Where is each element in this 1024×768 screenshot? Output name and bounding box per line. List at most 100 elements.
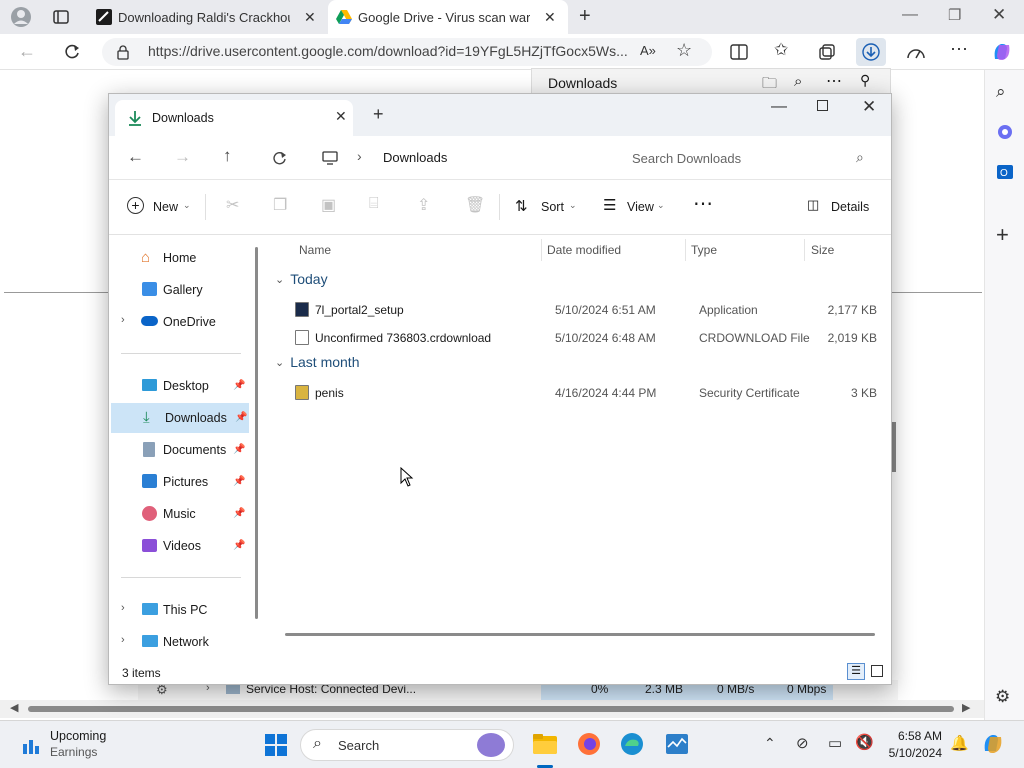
column-header-name[interactable]: Name — [299, 243, 331, 257]
collections-icon[interactable] — [818, 43, 836, 61]
table-row[interactable]: penis 4/16/2024 4:44 PM Security Certifica… — [285, 380, 885, 406]
minimize-icon[interactable]: — — [902, 6, 918, 24]
performance-icon[interactable] — [906, 43, 926, 61]
table-row[interactable]: 7l_portal2_setup 5/10/2024 6:51 AM Applica… — [285, 297, 885, 323]
forward-arrow-icon[interactable]: → — [174, 147, 191, 167]
file-explorer-icon[interactable] — [532, 731, 558, 757]
scroll-right-icon[interactable]: ▶ — [962, 701, 970, 714]
restore-icon[interactable]: ❐ — [948, 6, 961, 24]
breadcrumb-current[interactable]: Downloads — [383, 150, 447, 165]
settings-gear-icon[interactable]: ⚙ — [995, 687, 1010, 707]
nav-item-music[interactable]: Music 📌 — [109, 499, 247, 529]
pin-icon[interactable]: ⚲ — [860, 72, 870, 89]
lock-icon[interactable] — [116, 44, 130, 60]
nav-item-gallery[interactable]: Gallery — [109, 275, 247, 305]
chevron-right-icon[interactable]: › — [121, 602, 125, 614]
close-tab-icon[interactable]: ✕ — [304, 9, 316, 26]
breadcrumb[interactable]: › Downloads — [309, 142, 607, 174]
group-header-last-month[interactable]: ⌄ Last month — [275, 354, 359, 370]
refresh-icon[interactable] — [62, 42, 82, 62]
split-screen-icon[interactable] — [730, 43, 748, 61]
more-menu-icon[interactable]: ⋯ — [826, 71, 842, 91]
edge-icon[interactable] — [619, 731, 645, 757]
nav-item-network[interactable]: › Network — [109, 627, 247, 657]
more-options-icon[interactable]: ⋯ — [693, 191, 713, 216]
read-aloud-icon[interactable]: A» — [640, 43, 656, 58]
taskbar-search[interactable]: ⌕ Search — [300, 729, 514, 761]
maximize-icon[interactable] — [817, 100, 828, 111]
content-scrollbar[interactable] — [285, 633, 875, 636]
favorite-star-icon[interactable]: ☆ — [676, 40, 692, 61]
nav-item-desktop[interactable]: Desktop 📌 — [109, 371, 247, 401]
copilot-icon[interactable] — [990, 40, 1014, 64]
search-icon[interactable]: ⌕ — [794, 73, 802, 90]
nav-item-downloads[interactable]: ⤓ Downloads 📌 — [111, 403, 249, 433]
pin-icon[interactable]: 📌 — [235, 412, 247, 423]
close-window-icon[interactable]: ✕ — [992, 5, 1006, 25]
paste-icon[interactable]: ▣ — [321, 195, 336, 215]
clock-time[interactable]: 6:58 AM — [884, 729, 942, 743]
new-tab-icon[interactable]: + — [579, 5, 591, 28]
display-icon[interactable]: ▭ — [828, 734, 842, 752]
profile-avatar-icon[interactable] — [10, 6, 32, 28]
clock-date[interactable]: 5/10/2024 — [884, 746, 942, 760]
task-manager-icon[interactable] — [664, 731, 690, 757]
more-menu-icon[interactable]: ⋯ — [950, 39, 968, 60]
column-header-size[interactable]: Size — [811, 243, 834, 257]
column-divider[interactable] — [541, 239, 542, 261]
nav-item-this-pc[interactable]: › This PC — [109, 595, 247, 625]
nav-scrollbar[interactable] — [255, 247, 258, 619]
this-pc-icon[interactable] — [321, 150, 339, 166]
delete-icon[interactable]: 🗑 — [465, 195, 485, 215]
widgets-button[interactable]: Upcoming Earnings — [16, 727, 176, 763]
browser-tab-google-drive[interactable]: Google Drive - Virus scan warning ✕ — [328, 0, 568, 34]
horizontal-scrollbar[interactable]: ◀ ▶ — [0, 700, 984, 718]
pin-icon[interactable]: 📌 — [233, 508, 245, 519]
nav-item-onedrive[interactable]: › OneDrive — [109, 307, 247, 337]
nav-item-documents[interactable]: Documents 📌 — [109, 435, 247, 465]
pin-icon[interactable]: 📌 — [233, 540, 245, 551]
add-sidebar-app-icon[interactable]: + — [996, 222, 1009, 248]
refresh-icon[interactable] — [271, 150, 287, 166]
nav-item-home[interactable]: ⌂ Home — [109, 243, 247, 273]
column-divider[interactable] — [804, 239, 805, 261]
column-divider[interactable] — [685, 239, 686, 261]
nav-item-videos[interactable]: Videos 📌 — [109, 531, 247, 561]
downloads-icon[interactable] — [856, 38, 886, 66]
view-button[interactable]: ☰ View ⌄ — [603, 197, 673, 220]
up-arrow-icon[interactable]: ↑ — [223, 146, 232, 166]
search-icon[interactable]: ⌕ — [996, 82, 1006, 102]
browser-tab-raldi[interactable]: Downloading Raldi's Crackhouse ✕ — [88, 0, 328, 34]
close-tab-icon[interactable]: ✕ — [544, 9, 556, 26]
notification-bell-icon[interactable]: 🔔 — [950, 734, 969, 752]
close-tab-icon[interactable]: ✕ — [335, 108, 347, 125]
windows-start-icon[interactable] — [264, 733, 288, 757]
copilot-taskbar-icon[interactable] — [980, 731, 1006, 757]
page-scrollbar-thumb[interactable] — [892, 422, 896, 472]
back-arrow-icon[interactable]: ← — [127, 147, 144, 167]
share-icon[interactable]: ⇪ — [417, 195, 430, 215]
tiles-view-icon[interactable] — [871, 665, 883, 677]
search-icon[interactable]: ⌕ — [856, 149, 864, 166]
pin-icon[interactable]: 📌 — [233, 444, 245, 455]
back-arrow-icon[interactable]: ← — [18, 41, 36, 62]
pin-icon[interactable]: 📌 — [233, 380, 245, 391]
scroll-left-icon[interactable]: ◀ — [10, 701, 18, 714]
new-button[interactable]: + New ⌄ — [127, 197, 193, 220]
search-field[interactable]: Search Downloads ⌕ — [616, 142, 882, 174]
scrollbar-thumb[interactable] — [28, 706, 954, 712]
workspaces-icon[interactable] — [52, 8, 70, 26]
chevron-up-icon[interactable]: ⌃ — [764, 735, 776, 752]
minimize-icon[interactable]: — — [771, 98, 787, 116]
details-view-icon[interactable]: ☰ — [847, 663, 865, 680]
rename-icon[interactable]: ⌸ — [369, 195, 379, 213]
sort-button[interactable]: ⇅ Sort ⌄ — [515, 198, 581, 220]
new-tab-icon[interactable]: + — [373, 104, 384, 125]
group-header-today[interactable]: ⌄ Today — [275, 271, 328, 287]
firefox-icon[interactable] — [576, 731, 602, 757]
favorites-icon[interactable]: ✩ — [774, 40, 788, 60]
chevron-right-icon[interactable]: › — [121, 634, 125, 646]
close-window-icon[interactable]: ✕ — [862, 97, 876, 117]
network-offline-icon[interactable]: ⊘ — [796, 734, 809, 752]
explorer-tab-downloads[interactable]: Downloads ✕ — [115, 100, 353, 136]
